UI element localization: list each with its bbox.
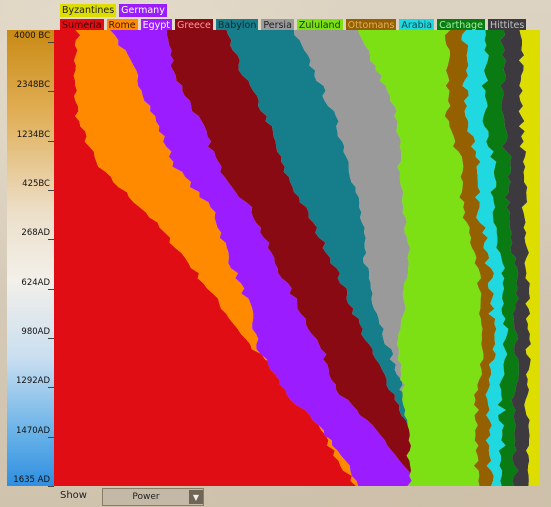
timeline-axis: 4000 BC 2348BC 1234BC 425BC 268AD 624AD 980AD 1… <box>7 30 55 487</box>
timeline-label: 980AD <box>21 327 50 337</box>
timeline-label: 4000 BC <box>14 31 50 41</box>
timeline-label: 1470AD <box>16 425 50 436</box>
timeline-label: 2348BC <box>16 80 50 91</box>
chevron-down-icon[interactable]: ▼ <box>189 490 203 504</box>
bottom-bar: Show Power ▼ <box>7 488 547 506</box>
civilization-power-chart <box>54 30 540 486</box>
timeline-tick <box>48 486 54 487</box>
timeline-label: 1234BC <box>16 129 50 140</box>
legend-item-germany[interactable]: Germany <box>119 4 167 17</box>
timeline-label: 1635 AD <box>13 475 50 485</box>
window-frame: Byzantines Germany Sumeria Rome Egypt Greece B… <box>0 0 551 507</box>
timeline-label: 268AD <box>21 228 50 239</box>
timeline-label: 1292AD <box>16 376 50 387</box>
show-dropdown[interactable]: Power ▼ <box>102 488 204 506</box>
show-dropdown-value: Power <box>132 492 160 502</box>
timeline-label: 425BC <box>22 179 50 189</box>
show-label: Show <box>60 490 87 501</box>
legend-item-byzantines[interactable]: Byzantines <box>60 4 117 17</box>
timeline-label: 624AD <box>21 277 50 288</box>
legend-row: Byzantines Germany <box>60 4 540 17</box>
